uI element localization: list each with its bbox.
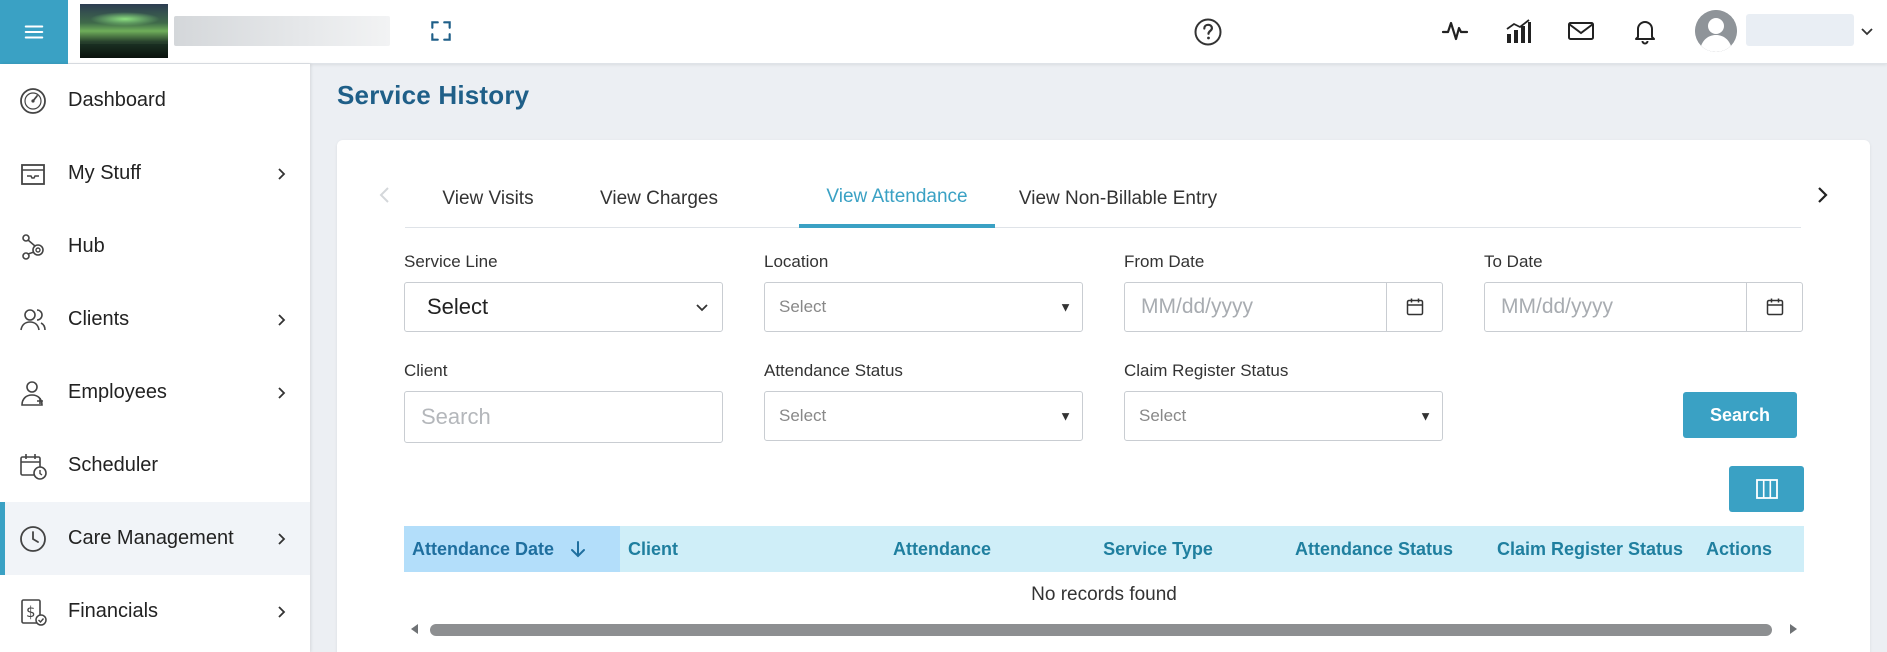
sidebar-item-clients[interactable]: Clients — [0, 283, 310, 356]
caret-down-icon: ▼ — [1059, 299, 1072, 315]
chevron-right-icon — [278, 167, 286, 180]
chevron-right-icon — [278, 313, 286, 326]
help-icon[interactable] — [1193, 17, 1223, 47]
organization-name-redacted — [174, 16, 390, 46]
sidebar-item-hub[interactable]: Hub — [0, 210, 310, 283]
chevron-right-icon — [278, 386, 286, 399]
service-history-card: View Visits View Charges View Attendance… — [337, 140, 1870, 652]
column-header-attendance[interactable]: Attendance — [834, 526, 1050, 572]
chevron-right-icon — [278, 605, 286, 618]
from-date-calendar-button[interactable] — [1386, 283, 1442, 331]
scroll-left-icon[interactable] — [408, 622, 422, 636]
user-name-redacted — [1746, 14, 1854, 46]
organization-logo — [80, 4, 168, 58]
sidebar-item-care-management[interactable]: Care Management — [0, 502, 310, 575]
columns-icon — [1755, 479, 1778, 499]
hub-icon — [22, 233, 44, 260]
sidebar-item-dashboard[interactable]: Dashboard — [0, 64, 310, 137]
user-avatar-icon[interactable] — [1695, 10, 1737, 52]
column-header-attendance-date[interactable]: Attendance Date — [404, 526, 620, 572]
clients-icon — [20, 308, 46, 330]
sidebar-item-label: Clients — [68, 308, 130, 330]
attendance-status-select[interactable]: Select ▼ — [764, 391, 1083, 441]
attendance-status-label: Attendance Status — [764, 361, 903, 380]
location-label: Location — [764, 252, 829, 271]
sort-down-arrow-icon — [571, 541, 586, 558]
calendar-icon — [1766, 298, 1783, 316]
horizontal-scrollbar[interactable] — [404, 618, 1804, 640]
column-header-claim-register-status[interactable]: Claim Register Status — [1482, 526, 1698, 572]
sidebar-item-scheduler[interactable]: Scheduler — [0, 429, 310, 502]
column-header-attendance-status[interactable]: Attendance Status — [1266, 526, 1482, 572]
tab-view-charges[interactable]: View Charges — [581, 170, 737, 228]
sidebar-item-label: Dashboard — [68, 89, 166, 111]
to-date-calendar-button[interactable] — [1746, 283, 1802, 331]
tab-view-visits[interactable]: View Visits — [415, 170, 561, 228]
mail-icon[interactable] — [1566, 16, 1596, 46]
to-date-label: To Date — [1484, 252, 1543, 271]
empty-grid-message: No records found — [1031, 584, 1177, 605]
location-select[interactable]: Select ▼ — [764, 282, 1083, 332]
tab-view-attendance[interactable]: View Attendance — [799, 170, 995, 228]
column-header-actions[interactable]: Actions — [1698, 526, 1804, 572]
financials-icon: $ — [21, 598, 47, 626]
claim-register-status-select[interactable]: Select ▼ — [1124, 391, 1443, 441]
column-header-service-type[interactable]: Service Type — [1050, 526, 1266, 572]
sidebar-item-label: Scheduler — [68, 454, 159, 476]
sidebar-item-label: My Stuff — [68, 162, 141, 184]
svg-text:$: $ — [26, 603, 36, 621]
chevron-down-icon[interactable] — [1860, 24, 1874, 38]
grid-header: Attendance Date Client Attendance Servic… — [404, 526, 1804, 572]
client-search-input[interactable] — [404, 391, 723, 443]
search-button[interactable]: Search — [1683, 392, 1797, 438]
tab-view-non-billable-entry[interactable]: View Non-Billable Entry — [1003, 170, 1233, 228]
scrollbar-thumb[interactable] — [430, 624, 1772, 636]
analytics-icon[interactable] — [1503, 16, 1533, 46]
chevron-right-icon — [278, 532, 286, 545]
claim-register-status-label: Claim Register Status — [1124, 361, 1289, 380]
top-bar — [0, 0, 1887, 64]
sidebar-item-label: Financials — [68, 600, 159, 622]
employees-icon — [21, 380, 43, 406]
from-date-label: From Date — [1124, 252, 1205, 271]
from-date-input[interactable]: MM/dd/yyyy — [1124, 282, 1443, 332]
sidebar-item-my-stuff[interactable]: My Stuff — [0, 137, 310, 210]
hamburger-menu-button[interactable] — [0, 0, 68, 64]
hamburger-icon — [24, 25, 44, 39]
caret-down-icon: ▼ — [1419, 408, 1432, 424]
tab-bar: View Visits View Charges View Attendance… — [405, 170, 1801, 228]
scroll-right-icon[interactable] — [1786, 622, 1800, 636]
to-date-input[interactable]: MM/dd/yyyy — [1484, 282, 1803, 332]
sidebar-item-employees[interactable]: Employees — [0, 356, 310, 429]
clock-icon — [20, 525, 46, 552]
sidebar-item-label: Care Management — [68, 527, 234, 549]
tab-scroll-left-icon[interactable] — [374, 184, 396, 206]
sidebar-item-label: Employees — [68, 381, 167, 403]
expand-icon[interactable] — [428, 18, 454, 44]
chevron-down-icon — [696, 304, 708, 312]
column-chooser-button[interactable] — [1729, 466, 1804, 512]
page-title: Service History — [337, 80, 530, 110]
service-line-select[interactable]: Select — [404, 282, 723, 332]
sidebar-item-label: Hub — [68, 235, 105, 257]
dashboard-icon — [20, 87, 46, 114]
inbox-icon — [21, 163, 45, 185]
tab-scroll-right-icon[interactable] — [1811, 184, 1833, 206]
bell-icon[interactable] — [1630, 16, 1660, 46]
sidebar: Dashboard My Stuff Hub Clients Employees… — [0, 64, 310, 652]
calendar-icon — [1406, 298, 1423, 316]
column-header-client[interactable]: Client — [620, 526, 834, 572]
activity-icon[interactable] — [1440, 16, 1470, 46]
caret-down-icon: ▼ — [1059, 408, 1072, 424]
scheduler-icon — [20, 453, 47, 480]
sidebar-item-financials[interactable]: $ Financials — [0, 575, 310, 648]
client-label: Client — [404, 361, 448, 380]
service-line-label: Service Line — [404, 252, 498, 271]
